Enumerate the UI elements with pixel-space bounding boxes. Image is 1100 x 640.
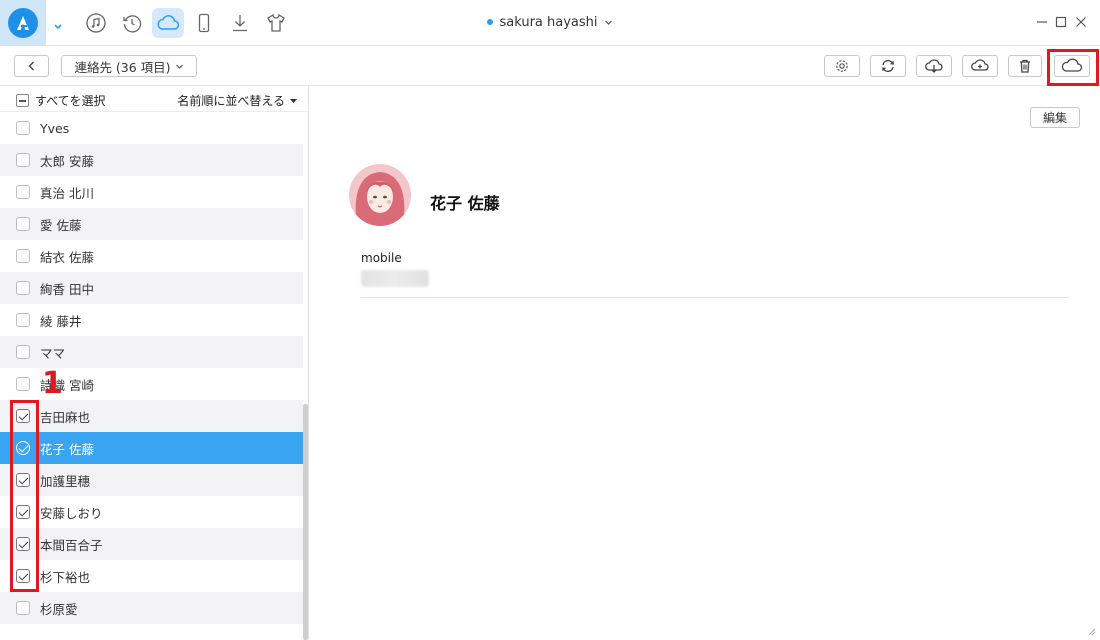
- contact-avatar: [349, 164, 411, 226]
- contact-item-name: 綾 藤井: [40, 313, 82, 329]
- contact-checkbox[interactable]: [16, 281, 30, 295]
- account-selector[interactable]: sakura hayashi: [487, 15, 612, 30]
- contact-detail-panel: 編集 花子 佐藤 mobile: [310, 86, 1100, 640]
- trash-icon: [1020, 59, 1030, 73]
- category-dropdown[interactable]: 連絡先 (36 項目): [61, 55, 197, 77]
- mobile-field-label: mobile: [361, 251, 402, 265]
- contact-checkbox[interactable]: [16, 121, 30, 135]
- download-icon[interactable]: [224, 8, 256, 38]
- settings-icon: [836, 60, 848, 72]
- contact-name: 花子 佐藤: [430, 194, 500, 213]
- shirt-icon[interactable]: [260, 8, 292, 38]
- list-scrollbar[interactable]: [303, 404, 308, 640]
- contact-item-name: 太郎 安藤: [40, 153, 94, 169]
- refresh-button[interactable]: [870, 55, 906, 77]
- contact-item-name: Yves: [40, 120, 70, 136]
- contact-list-item[interactable]: 花子 佐藤: [0, 432, 303, 464]
- contact-list-item[interactable]: 結衣 佐藤: [0, 240, 303, 272]
- highlight-box-1: [10, 400, 39, 592]
- app-logo-icon: [8, 8, 38, 38]
- delete-button[interactable]: [1008, 55, 1042, 77]
- contact-list-item[interactable]: 太郎 安藤: [0, 144, 303, 176]
- refresh-icon: [882, 59, 894, 73]
- contact-checkbox[interactable]: [16, 377, 30, 391]
- contact-list-item[interactable]: 安藤しおり: [0, 496, 303, 528]
- field-divider: [361, 297, 1069, 298]
- contact-list-item[interactable]: 真治 北川: [0, 176, 303, 208]
- back-button[interactable]: [14, 55, 49, 77]
- step-marker-1: 1: [42, 366, 63, 401]
- contact-list-item[interactable]: 吉田麻也: [0, 400, 303, 432]
- cloud-add-button[interactable]: [962, 55, 998, 77]
- contact-checkbox[interactable]: [16, 345, 30, 359]
- contact-item-name: 本間百合子: [40, 537, 103, 553]
- title-bar: sakura hayashi: [0, 0, 1100, 46]
- contact-item-name: ママ: [40, 345, 66, 361]
- contact-list-item[interactable]: 愛 佐藤: [0, 208, 303, 240]
- chevron-down-icon: [604, 20, 612, 25]
- contact-checkbox[interactable]: [16, 217, 30, 231]
- contact-list-item[interactable]: 杉原愛: [0, 592, 303, 624]
- close-icon[interactable]: [1073, 14, 1089, 30]
- contact-list-item[interactable]: 加護里穗: [0, 464, 303, 496]
- contact-item-name: 愛 佐藤: [40, 217, 82, 233]
- contact-item-name: 加護里穗: [40, 473, 91, 489]
- device-icon[interactable]: [188, 8, 220, 38]
- cloud-download-button[interactable]: [916, 55, 952, 77]
- contact-list-item[interactable]: 綾 藤井: [0, 304, 303, 336]
- history-icon[interactable]: [116, 8, 148, 38]
- app-logo[interactable]: [0, 0, 46, 46]
- mobile-field-value-blurred: [361, 270, 429, 287]
- partial-checkbox-icon: [16, 94, 29, 107]
- icloud-icon[interactable]: [152, 8, 184, 38]
- cloud-add-icon: [971, 59, 989, 71]
- sort-label: 名前順に並べ替える: [177, 94, 285, 108]
- account-name: sakura hayashi: [499, 14, 598, 30]
- minimize-icon[interactable]: [1034, 14, 1050, 30]
- toolbar: 連絡先 (36 項目): [0, 46, 1100, 86]
- cloud-download-icon: [925, 59, 943, 73]
- contact-item-name: 絢香 田中: [40, 281, 94, 297]
- contact-item-name: 真治 北川: [40, 185, 94, 201]
- sort-dropdown[interactable]: 名前順に並べ替える: [177, 92, 298, 109]
- connection-status-dot: [487, 19, 494, 25]
- edit-button[interactable]: 編集: [1030, 107, 1080, 128]
- contact-checkbox[interactable]: [16, 185, 30, 199]
- chevron-down-icon: [175, 64, 183, 69]
- list-header: すべてを選択 名前順に並べ替える: [0, 86, 308, 112]
- maximize-icon[interactable]: [1053, 14, 1069, 30]
- contact-item-name: 花子 佐藤: [40, 441, 94, 457]
- contact-checkbox[interactable]: [16, 313, 30, 327]
- music-icon[interactable]: [80, 8, 112, 38]
- contact-list-item[interactable]: 本間百合子: [0, 528, 303, 560]
- contact-checkbox[interactable]: [16, 249, 30, 263]
- contact-list-item[interactable]: ママ: [0, 336, 303, 368]
- highlight-box-2: [1047, 49, 1099, 86]
- app-menu-caret-icon[interactable]: [52, 17, 64, 30]
- settings-button[interactable]: [824, 55, 860, 77]
- contact-item-name: 吉田麻也: [40, 409, 91, 425]
- caret-down-icon: [290, 99, 297, 103]
- select-all-checkbox[interactable]: すべてを選択: [16, 92, 105, 109]
- contact-list-item[interactable]: 杉下裕也: [0, 560, 303, 592]
- contact-checkbox[interactable]: [16, 601, 30, 615]
- category-label: 連絡先 (36 項目): [74, 59, 171, 75]
- contact-list-panel: すべてを選択 名前順に並べ替える Yves 太郎 安藤真治 北川愛 佐藤結衣 佐藤…: [0, 86, 309, 640]
- resize-grip-icon[interactable]: [1088, 628, 1096, 636]
- contact-item-name: 安藤しおり: [40, 505, 103, 521]
- contact-list-item[interactable]: 絢香 田中: [0, 272, 303, 304]
- contact-checkbox[interactable]: [16, 153, 30, 167]
- contact-item-name: 結衣 佐藤: [40, 249, 94, 265]
- contact-list-item[interactable]: Yves: [0, 112, 303, 144]
- contact-item-name: 杉下裕也: [40, 569, 91, 585]
- select-all-label: すべてを選択: [35, 94, 106, 108]
- chevron-left-icon: [28, 61, 34, 71]
- contact-item-name: 杉原愛: [40, 601, 78, 617]
